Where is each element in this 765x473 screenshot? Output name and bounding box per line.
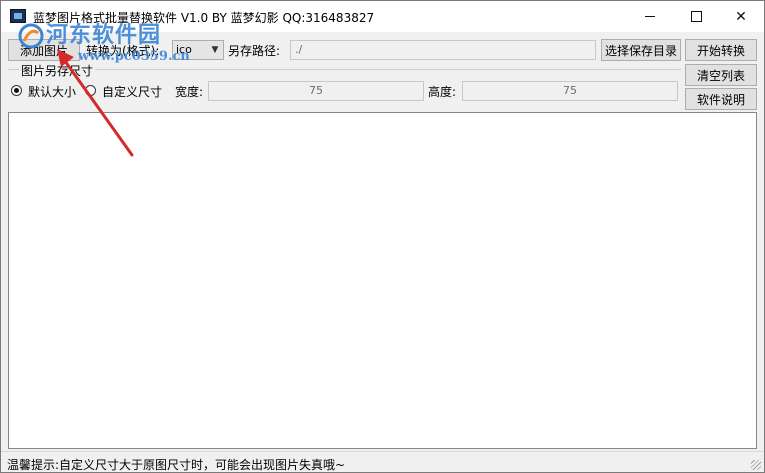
app-window: 蓝梦图片格式批量替换软件 V1.0 BY 蓝梦幻影 QQ:316483827 ✕… — [0, 0, 765, 473]
annotation-arrow-icon — [57, 49, 134, 157]
